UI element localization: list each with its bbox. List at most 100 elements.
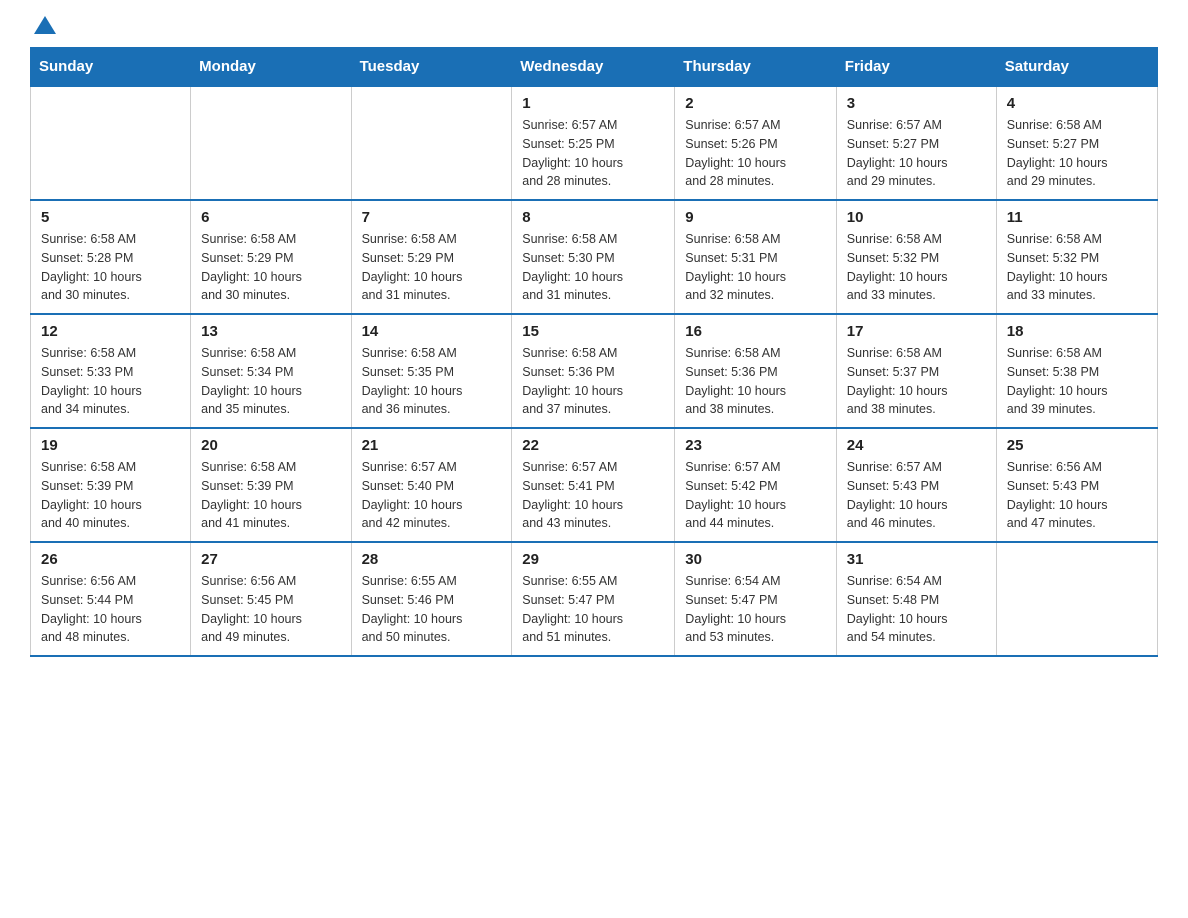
day-number: 30: [685, 551, 825, 568]
calendar-cell: 11 Sunrise: 6:58 AM Sunset: 5:32 PM Dayli…: [996, 200, 1157, 314]
calendar-cell: [31, 86, 191, 200]
day-info: Sunrise: 6:57 AM Sunset: 5:27 PM Dayligh…: [847, 116, 986, 191]
day-number: 25: [1007, 437, 1147, 454]
calendar-cell: 25 Sunrise: 6:56 AM Sunset: 5:43 PM Dayli…: [996, 428, 1157, 542]
day-number: 20: [201, 437, 340, 454]
calendar-cell: 4Sunrise: 6:58 AM Sunset: 5:27 PM Daylig…: [996, 86, 1157, 200]
calendar-cell: 6Sunrise: 6:58 AM Sunset: 5:29 PM Daylig…: [191, 200, 351, 314]
day-number: 16: [685, 323, 825, 340]
day-info: Sunrise: 6:58 AM Sunset: 5:29 PM Dayligh…: [362, 230, 502, 305]
day-info: Sunrise: 6:57 AM Sunset: 5:40 PM Dayligh…: [362, 458, 502, 533]
day-info: Sunrise: 6:54 AM Sunset: 5:47 PM Dayligh…: [685, 572, 825, 647]
calendar-cell: 1Sunrise: 6:57 AM Sunset: 5:25 PM Daylig…: [512, 86, 675, 200]
day-info: Sunrise: 6:57 AM Sunset: 5:41 PM Dayligh…: [522, 458, 664, 533]
calendar-cell: 21 Sunrise: 6:57 AM Sunset: 5:40 PM Dayli…: [351, 428, 512, 542]
calendar-cell: [351, 86, 512, 200]
calendar-week-row: 26 Sunrise: 6:56 AM Sunset: 5:44 PM Dayli…: [31, 542, 1158, 656]
day-info: Sunrise: 6:57 AM Sunset: 5:42 PM Dayligh…: [685, 458, 825, 533]
day-number: 17: [847, 323, 986, 340]
calendar-cell: 7 Sunrise: 6:58 AM Sunset: 5:29 PM Daylig…: [351, 200, 512, 314]
day-info: Sunrise: 6:58 AM Sunset: 5:31 PM Dayligh…: [685, 230, 825, 305]
day-number: 22: [522, 437, 664, 454]
day-number: 29: [522, 551, 664, 568]
calendar-cell: 13 Sunrise: 6:58 AM Sunset: 5:34 PM Dayli…: [191, 314, 351, 428]
day-number: 21: [362, 437, 502, 454]
day-info: Sunrise: 6:55 AM Sunset: 5:47 PM Dayligh…: [522, 572, 664, 647]
calendar-header-wednesday: Wednesday: [512, 48, 675, 87]
day-number: 15: [522, 323, 664, 340]
day-number: 3: [847, 95, 986, 112]
calendar-cell: 5 Sunrise: 6:58 AM Sunset: 5:28 PM Daylig…: [31, 200, 191, 314]
day-info: Sunrise: 6:58 AM Sunset: 5:39 PM Dayligh…: [41, 458, 180, 533]
calendar-cell: 26 Sunrise: 6:56 AM Sunset: 5:44 PM Dayli…: [31, 542, 191, 656]
day-number: 31: [847, 551, 986, 568]
calendar-header-saturday: Saturday: [996, 48, 1157, 87]
calendar-header-tuesday: Tuesday: [351, 48, 512, 87]
day-number: 27: [201, 551, 340, 568]
calendar-cell: 16 Sunrise: 6:58 AM Sunset: 5:36 PM Dayli…: [675, 314, 836, 428]
calendar-cell: 31 Sunrise: 6:54 AM Sunset: 5:48 PM Dayli…: [836, 542, 996, 656]
day-info: Sunrise: 6:56 AM Sunset: 5:43 PM Dayligh…: [1007, 458, 1147, 533]
calendar-cell: 27 Sunrise: 6:56 AM Sunset: 5:45 PM Dayli…: [191, 542, 351, 656]
day-number: 28: [362, 551, 502, 568]
day-info: Sunrise: 6:57 AM Sunset: 5:25 PM Dayligh…: [522, 116, 664, 191]
calendar-header-row: SundayMondayTuesdayWednesdayThursdayFrid…: [31, 48, 1158, 87]
calendar-week-row: 19Sunrise: 6:58 AM Sunset: 5:39 PM Dayli…: [31, 428, 1158, 542]
calendar-cell: 24Sunrise: 6:57 AM Sunset: 5:43 PM Dayli…: [836, 428, 996, 542]
day-number: 13: [201, 323, 340, 340]
calendar-header-sunday: Sunday: [31, 48, 191, 87]
day-number: 9: [685, 209, 825, 226]
day-info: Sunrise: 6:58 AM Sunset: 5:36 PM Dayligh…: [685, 344, 825, 419]
calendar-cell: 3 Sunrise: 6:57 AM Sunset: 5:27 PM Daylig…: [836, 86, 996, 200]
day-info: Sunrise: 6:58 AM Sunset: 5:32 PM Dayligh…: [847, 230, 986, 305]
day-number: 10: [847, 209, 986, 226]
calendar-cell: [996, 542, 1157, 656]
day-info: Sunrise: 6:58 AM Sunset: 5:28 PM Dayligh…: [41, 230, 180, 305]
calendar-cell: 9 Sunrise: 6:58 AM Sunset: 5:31 PM Daylig…: [675, 200, 836, 314]
calendar-week-row: 1Sunrise: 6:57 AM Sunset: 5:25 PM Daylig…: [31, 86, 1158, 200]
day-info: Sunrise: 6:55 AM Sunset: 5:46 PM Dayligh…: [362, 572, 502, 647]
day-number: 2: [685, 95, 825, 112]
calendar-cell: 28 Sunrise: 6:55 AM Sunset: 5:46 PM Dayli…: [351, 542, 512, 656]
calendar-cell: 23 Sunrise: 6:57 AM Sunset: 5:42 PM Dayli…: [675, 428, 836, 542]
day-info: Sunrise: 6:58 AM Sunset: 5:37 PM Dayligh…: [847, 344, 986, 419]
calendar-cell: 15 Sunrise: 6:58 AM Sunset: 5:36 PM Dayli…: [512, 314, 675, 428]
day-info: Sunrise: 6:58 AM Sunset: 5:27 PM Dayligh…: [1007, 116, 1147, 191]
day-info: Sunrise: 6:56 AM Sunset: 5:44 PM Dayligh…: [41, 572, 180, 647]
page-header: [30, 20, 1158, 37]
day-info: Sunrise: 6:54 AM Sunset: 5:48 PM Dayligh…: [847, 572, 986, 647]
calendar-cell: 12 Sunrise: 6:58 AM Sunset: 5:33 PM Dayli…: [31, 314, 191, 428]
day-number: 8: [522, 209, 664, 226]
day-number: 26: [41, 551, 180, 568]
day-info: Sunrise: 6:58 AM Sunset: 5:39 PM Dayligh…: [201, 458, 340, 533]
day-info: Sunrise: 6:57 AM Sunset: 5:26 PM Dayligh…: [685, 116, 825, 191]
day-number: 11: [1007, 209, 1147, 226]
logo-triangle-icon: [34, 16, 56, 36]
day-info: Sunrise: 6:58 AM Sunset: 5:33 PM Dayligh…: [41, 344, 180, 419]
calendar-header-friday: Friday: [836, 48, 996, 87]
calendar-cell: 20 Sunrise: 6:58 AM Sunset: 5:39 PM Dayli…: [191, 428, 351, 542]
day-info: Sunrise: 6:56 AM Sunset: 5:45 PM Dayligh…: [201, 572, 340, 647]
calendar-header-monday: Monday: [191, 48, 351, 87]
day-number: 5: [41, 209, 180, 226]
calendar-cell: 17 Sunrise: 6:58 AM Sunset: 5:37 PM Dayli…: [836, 314, 996, 428]
day-info: Sunrise: 6:58 AM Sunset: 5:30 PM Dayligh…: [522, 230, 664, 305]
calendar-cell: 2 Sunrise: 6:57 AM Sunset: 5:26 PM Daylig…: [675, 86, 836, 200]
day-number: 23: [685, 437, 825, 454]
calendar-cell: 10 Sunrise: 6:58 AM Sunset: 5:32 PM Dayli…: [836, 200, 996, 314]
day-number: 24: [847, 437, 986, 454]
calendar-week-row: 12 Sunrise: 6:58 AM Sunset: 5:33 PM Dayli…: [31, 314, 1158, 428]
day-number: 7: [362, 209, 502, 226]
day-info: Sunrise: 6:58 AM Sunset: 5:38 PM Dayligh…: [1007, 344, 1147, 419]
logo[interactable]: [30, 20, 56, 37]
calendar-cell: 30 Sunrise: 6:54 AM Sunset: 5:47 PM Dayli…: [675, 542, 836, 656]
calendar-cell: 22 Sunrise: 6:57 AM Sunset: 5:41 PM Dayli…: [512, 428, 675, 542]
day-number: 6: [201, 209, 340, 226]
calendar-cell: 18 Sunrise: 6:58 AM Sunset: 5:38 PM Dayli…: [996, 314, 1157, 428]
calendar-cell: 14Sunrise: 6:58 AM Sunset: 5:35 PM Dayli…: [351, 314, 512, 428]
day-info: Sunrise: 6:58 AM Sunset: 5:34 PM Dayligh…: [201, 344, 340, 419]
day-info: Sunrise: 6:58 AM Sunset: 5:32 PM Dayligh…: [1007, 230, 1147, 305]
day-info: Sunrise: 6:58 AM Sunset: 5:36 PM Dayligh…: [522, 344, 664, 419]
day-number: 12: [41, 323, 180, 340]
day-number: 18: [1007, 323, 1147, 340]
